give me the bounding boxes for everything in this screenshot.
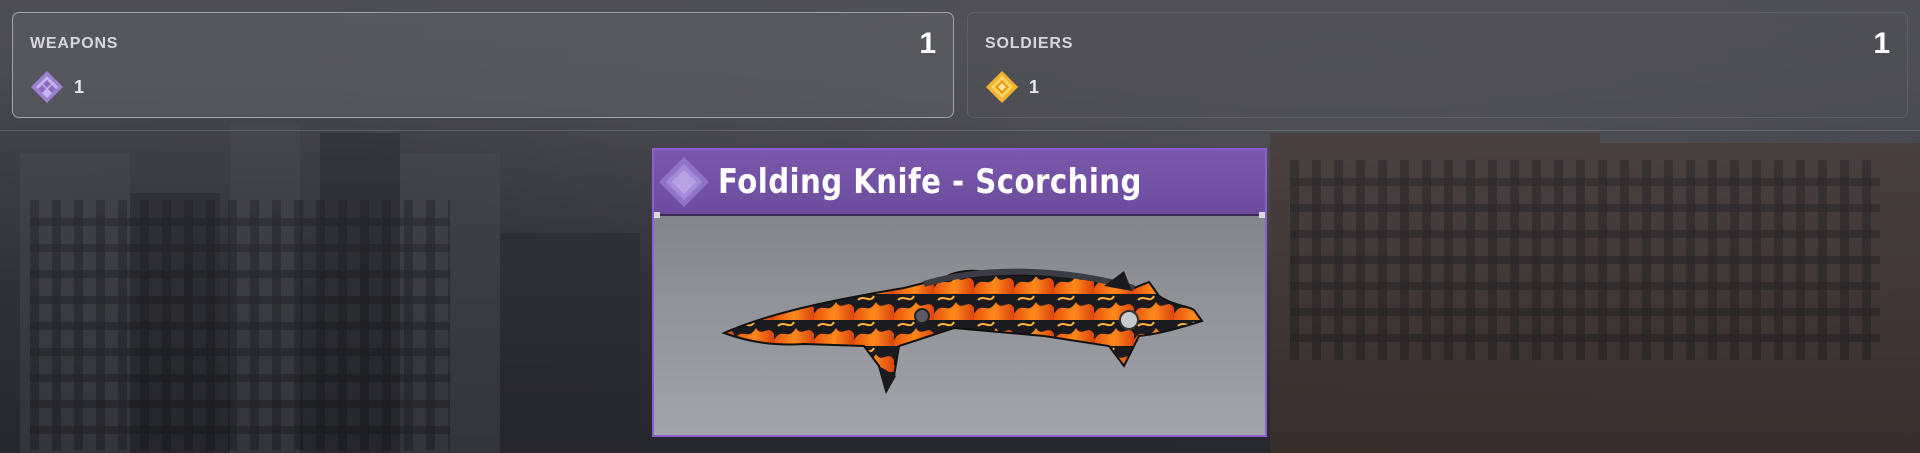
purple-diamond-icon xyxy=(31,71,63,103)
item-card-title: Folding Knife - Scorching xyxy=(718,162,1142,202)
weapons-count: 1 xyxy=(919,27,936,60)
soldiers-rarity-row: 1 xyxy=(985,69,1039,105)
soldiers-panel[interactable]: SOLDIERS 1 1 xyxy=(967,12,1908,118)
item-card-header: Folding Knife - Scorching xyxy=(654,150,1265,216)
weapons-rarity-value: 1 xyxy=(74,76,85,97)
weapons-panel-title: WEAPONS xyxy=(30,35,119,52)
gold-diamond-icon xyxy=(986,71,1018,103)
soldiers-count: 1 xyxy=(1873,27,1890,60)
item-card[interactable]: Folding Knife - Scorching xyxy=(652,148,1267,437)
soldiers-panel-title: SOLDIERS xyxy=(985,35,1074,52)
weapons-rarity-row: 1 xyxy=(30,69,84,105)
soldiers-rarity-value: 1 xyxy=(1029,76,1040,97)
weapons-panel[interactable]: WEAPONS 1 1 xyxy=(12,12,954,118)
folding-knife-image xyxy=(654,216,1265,435)
purple-diamond-icon xyxy=(659,157,709,207)
panel-divider xyxy=(0,130,1920,131)
